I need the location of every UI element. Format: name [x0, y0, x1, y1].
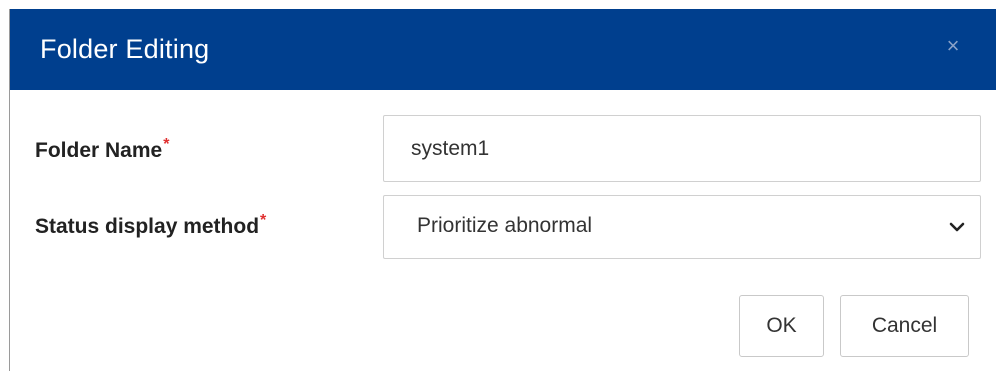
cancel-button[interactable]: Cancel	[840, 295, 969, 357]
ok-button[interactable]: OK	[739, 295, 824, 357]
chevron-down-icon	[949, 222, 965, 232]
close-icon[interactable]: ×	[940, 33, 966, 59]
dialog-header: Folder Editing ×	[10, 9, 996, 90]
folder-name-label-text: Folder Name	[35, 139, 163, 162]
status-display-method-label: Status display method*	[35, 212, 267, 239]
folder-name-input[interactable]	[383, 115, 981, 182]
status-display-method-label-text: Status display method	[35, 215, 260, 238]
status-display-method-select[interactable]: Prioritize abnormal	[383, 195, 981, 259]
folder-name-label: Folder Name*	[35, 136, 170, 163]
status-display-method-row: Status display method* Prioritize abnorm…	[10, 195, 996, 259]
required-marker: *	[260, 212, 267, 229]
folder-editing-dialog: Folder Editing × Folder Name* Status dis…	[9, 9, 996, 371]
required-marker: *	[163, 136, 170, 153]
dialog-title: Folder Editing	[40, 34, 210, 64]
status-display-method-value: Prioritize abnormal	[417, 214, 593, 237]
folder-name-row: Folder Name*	[10, 115, 996, 185]
